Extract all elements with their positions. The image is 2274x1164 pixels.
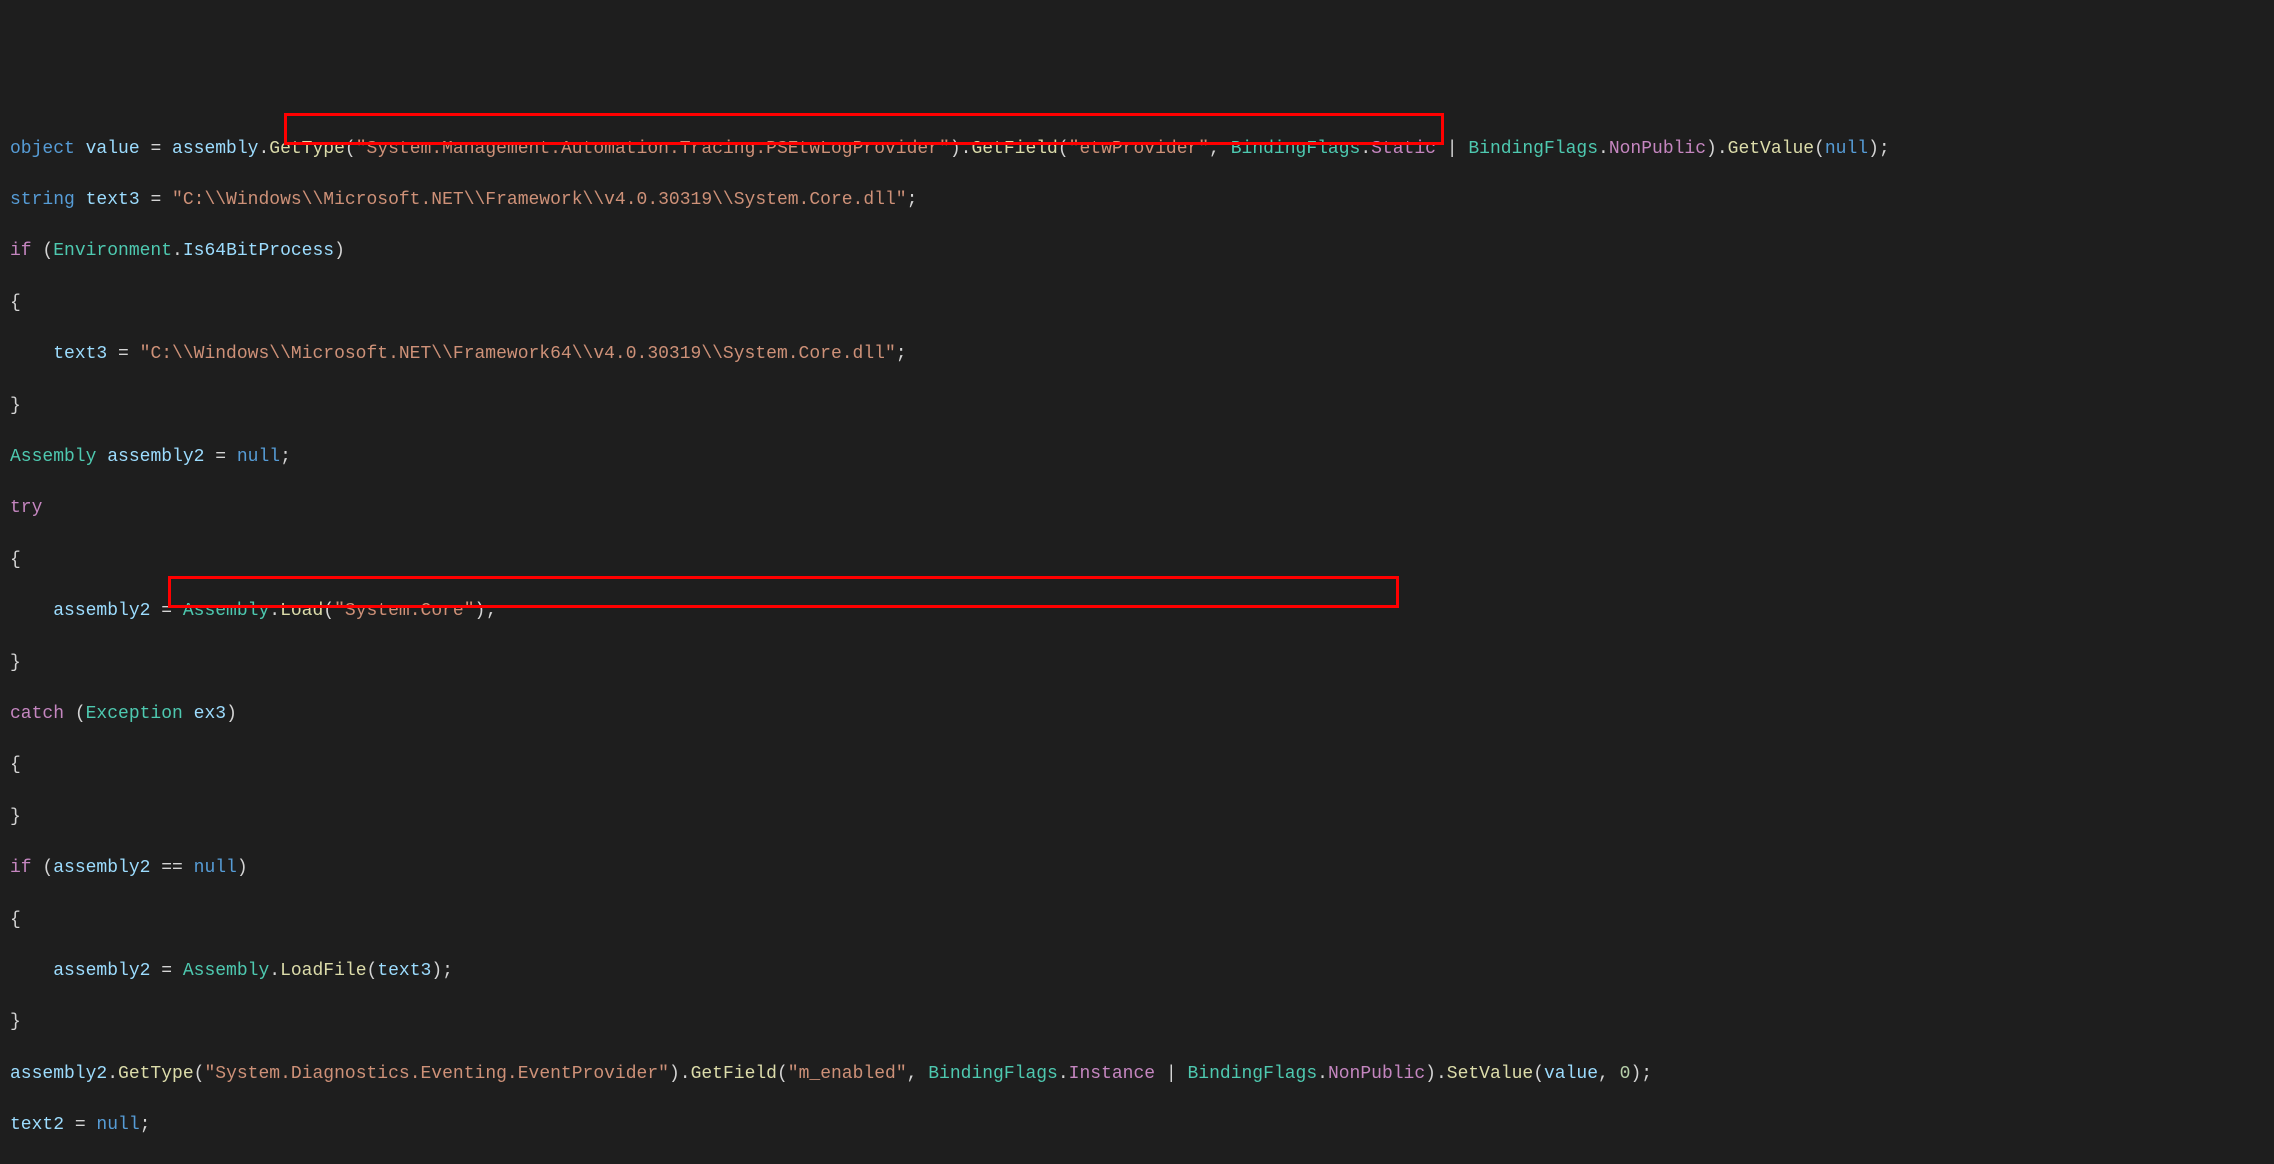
string-literal: "System.Management.Automation.Tracing.PS… xyxy=(356,139,950,159)
type-assembly: Assembly xyxy=(10,447,96,467)
keyword-if: if xyxy=(10,858,32,878)
code-line: } xyxy=(10,1010,2264,1036)
var-assembly2: assembly2 xyxy=(10,1064,107,1084)
enum-bindingflags: BindingFlags xyxy=(1231,139,1361,159)
enum-nonpublic: NonPublic xyxy=(1609,139,1706,159)
method-getvalue: GetValue xyxy=(1728,139,1814,159)
code-line: assembly2 = Assembly.LoadFile(text3); xyxy=(10,959,2264,985)
code-line: if (assembly2 == null) xyxy=(10,856,2264,882)
method-setvalue: SetValue xyxy=(1447,1064,1533,1084)
string-literal: "System.Core" xyxy=(334,601,474,621)
method-gettype: GetType xyxy=(269,139,345,159)
keyword-null: null xyxy=(237,447,280,467)
method-getfield: GetField xyxy=(691,1064,777,1084)
code-line: { xyxy=(10,753,2264,779)
code-line: } xyxy=(10,394,2264,420)
enum-bindingflags: BindingFlags xyxy=(1188,1064,1318,1084)
code-line: catch (Exception ex3) xyxy=(10,702,2264,728)
code-line: assembly2 = Assembly.Load("System.Core")… xyxy=(10,599,2264,625)
method-load: Load xyxy=(280,601,323,621)
method-loadfile: LoadFile xyxy=(280,961,366,981)
code-line: { xyxy=(10,548,2264,574)
code-line: assembly2.GetType("System.Diagnostics.Ev… xyxy=(10,1062,2264,1088)
code-line: { xyxy=(10,291,2264,317)
string-literal: "m_enabled" xyxy=(788,1064,907,1084)
code-line: { xyxy=(10,908,2264,934)
keyword-try: try xyxy=(10,498,42,518)
var-assembly2: assembly2 xyxy=(53,961,150,981)
enum-nonpublic: NonPublic xyxy=(1328,1064,1425,1084)
code-line: } xyxy=(10,805,2264,831)
type-assembly: Assembly xyxy=(183,601,269,621)
method-gettype: GetType xyxy=(118,1064,194,1084)
var-text2: text2 xyxy=(10,1115,64,1135)
var-text3: text3 xyxy=(86,190,140,210)
keyword-null: null xyxy=(194,858,237,878)
enum-bindingflags: BindingFlags xyxy=(1468,139,1598,159)
string-literal: "C:\\Windows\\Microsoft.NET\\Framework64… xyxy=(140,344,896,364)
code-line: } xyxy=(10,651,2264,677)
code-line: text2 = null; xyxy=(10,1113,2264,1139)
string-literal: "etwProvider" xyxy=(1069,139,1209,159)
var-assembly: assembly xyxy=(172,139,258,159)
keyword-object: object xyxy=(10,139,75,159)
code-editor: object value = assembly.GetType("System.… xyxy=(10,111,2264,1164)
enum-static: Static xyxy=(1371,139,1436,159)
code-line: try xyxy=(10,496,2264,522)
prop-is64: Is64BitProcess xyxy=(183,241,334,261)
code-line: object value = assembly.GetType("System.… xyxy=(10,137,2264,163)
var-text3: text3 xyxy=(377,961,431,981)
code-line: if (Environment.Is64BitProcess) xyxy=(10,239,2264,265)
var-value: value xyxy=(86,139,140,159)
code-line: string text3 = "C:\\Windows\\Microsoft.N… xyxy=(10,188,2264,214)
type-environment: Environment xyxy=(53,241,172,261)
var-ex3: ex3 xyxy=(194,704,226,724)
enum-bindingflags: BindingFlags xyxy=(928,1064,1058,1084)
var-text3: text3 xyxy=(53,344,107,364)
enum-instance: Instance xyxy=(1069,1064,1155,1084)
keyword-if: if xyxy=(10,241,32,261)
var-assembly2: assembly2 xyxy=(53,601,150,621)
var-assembly2: assembly2 xyxy=(107,447,204,467)
string-literal: "C:\\Windows\\Microsoft.NET\\Framework\\… xyxy=(172,190,907,210)
code-line: Assembly assembly2 = null; xyxy=(10,445,2264,471)
var-value: value xyxy=(1544,1064,1598,1084)
type-exception: Exception xyxy=(86,704,183,724)
keyword-string: string xyxy=(10,190,75,210)
method-getfield: GetField xyxy=(971,139,1057,159)
keyword-catch: catch xyxy=(10,704,64,724)
type-assembly: Assembly xyxy=(183,961,269,981)
keyword-null: null xyxy=(1825,139,1868,159)
code-line: text3 = "C:\\Windows\\Microsoft.NET\\Fra… xyxy=(10,342,2264,368)
var-assembly2: assembly2 xyxy=(53,858,150,878)
number-literal: 0 xyxy=(1620,1064,1631,1084)
string-literal: "System.Diagnostics.Eventing.EventProvid… xyxy=(204,1064,668,1084)
keyword-null: null xyxy=(96,1115,139,1135)
